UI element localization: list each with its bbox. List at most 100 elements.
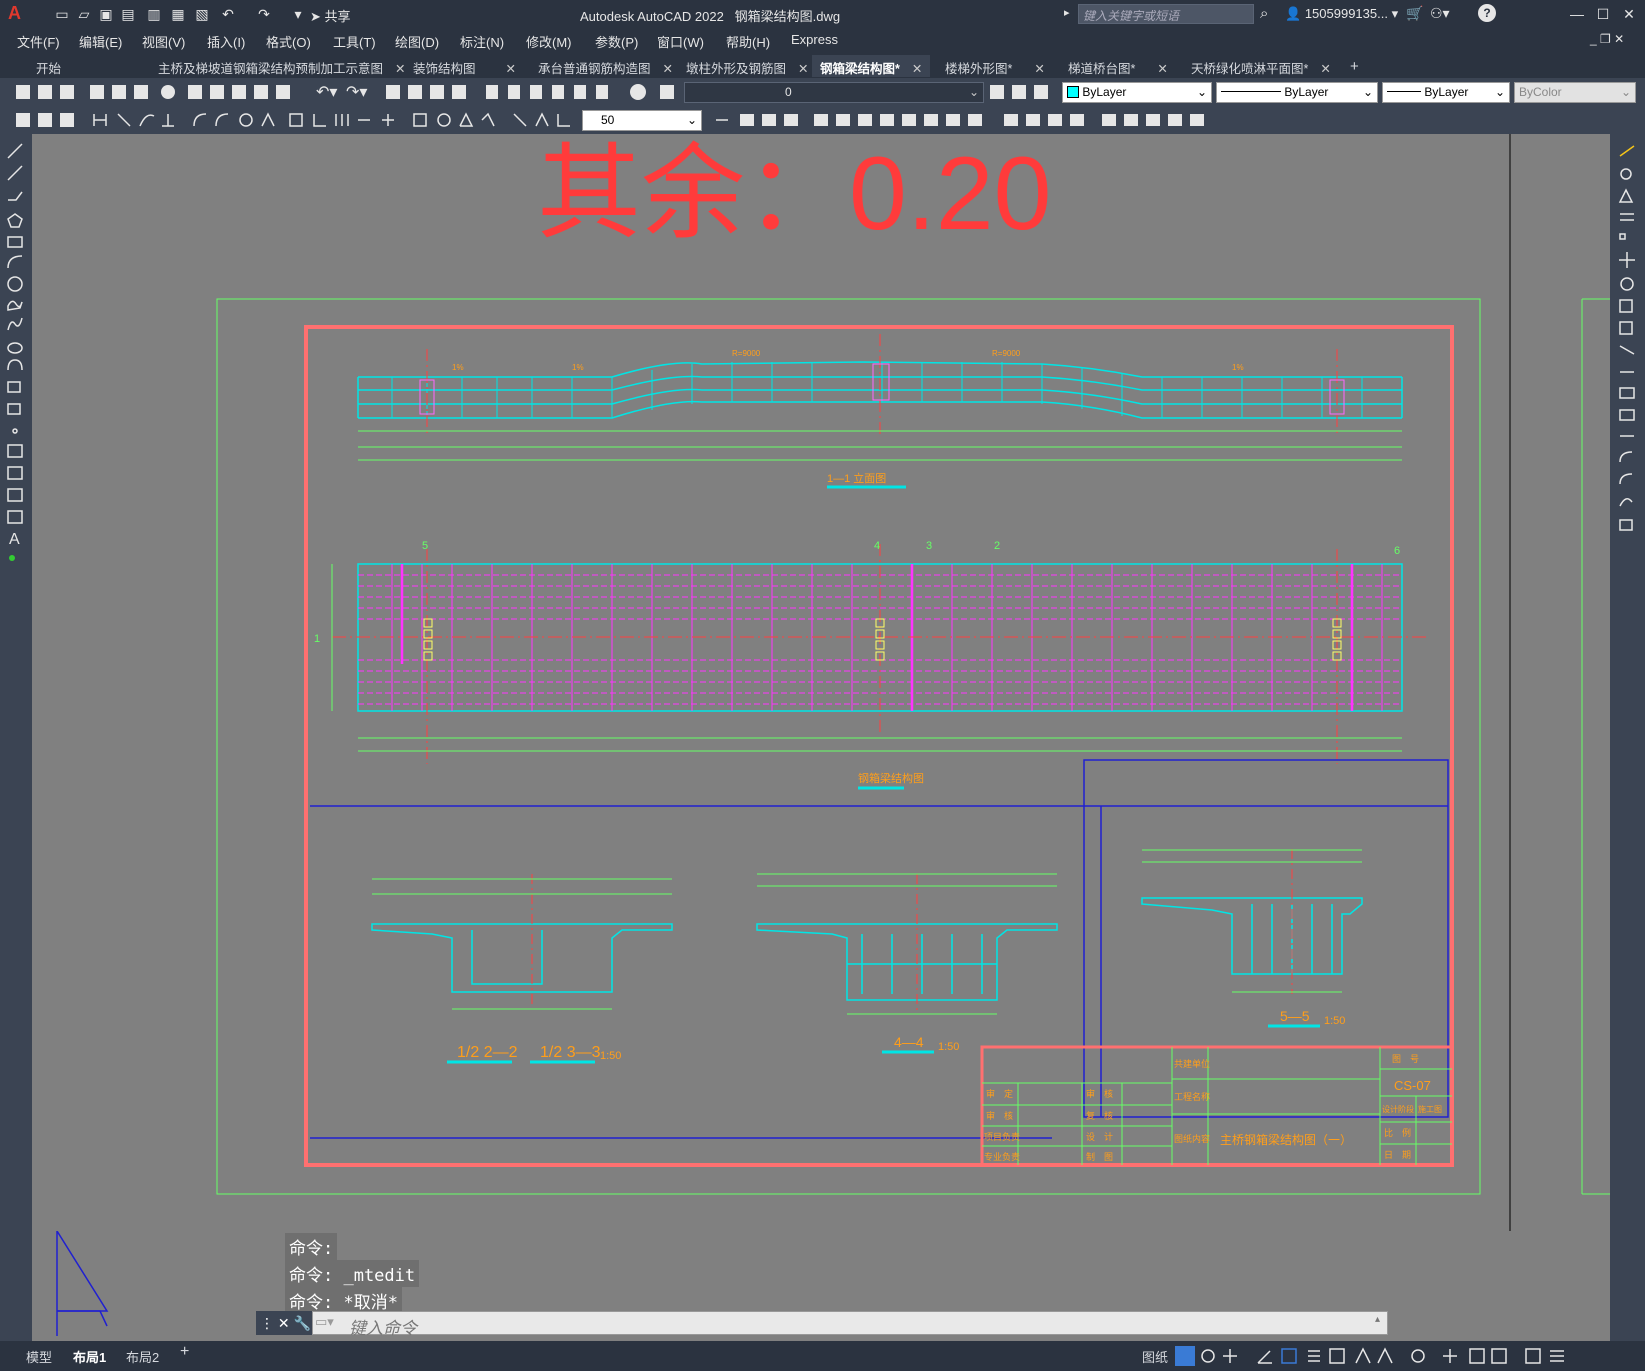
cart-icon[interactable]: 🛒 [1406,5,1423,22]
tolerance-icon[interactable] [413,113,427,127]
explode-icon[interactable] [1619,519,1633,531]
rectangle-icon[interactable] [7,236,23,248]
tab-file-8[interactable]: 天桥绿化喷淋平面图* ✕ [1183,55,1339,77]
lineweight-dropdown[interactable]: ByLayer ⌄ [1382,82,1510,103]
tb-designcenter-icon[interactable] [508,85,520,99]
add-layout-icon[interactable]: + [180,1343,189,1361]
customize-wrench-icon[interactable]: 🔧 [294,1315,311,1331]
tb-layout-icon[interactable] [38,113,52,127]
undo-icon[interactable]: ↶ [220,6,236,22]
modify-erase-icon[interactable] [740,114,754,126]
plot-icon[interactable]: ▧ [194,6,210,22]
close-icon[interactable]: ✕ [1619,4,1639,24]
copy-icon[interactable] [1620,168,1632,180]
drawing-canvas[interactable]: 其余：0.20 1% 1% R=9000 R=9000 1% 1—1 立面图 5… [32,134,1610,1231]
break-icon[interactable] [1619,409,1635,421]
erase-icon[interactable] [1619,145,1635,157]
tb-layer-properties-icon[interactable] [660,85,674,99]
section-4[interactable]: 4—4 1:50 [756,873,1058,1054]
tb-plot-icon[interactable] [90,85,104,99]
isolate-icon[interactable] [1469,1348,1485,1364]
grid-icon[interactable] [1175,1346,1195,1366]
make-block-icon[interactable] [7,403,21,415]
blend-icon[interactable] [1619,498,1633,507]
save-icon[interactable]: ▣ [98,6,114,22]
move-icon[interactable] [1619,252,1635,268]
tb-drawing-no[interactable]: CS-07 [1394,1078,1431,1093]
mirror-icon[interactable] [1618,188,1634,203]
hardware-accel-icon[interactable] [1491,1348,1507,1364]
ellipse-arc-icon[interactable] [7,359,23,371]
modify-scale-icon[interactable] [902,114,916,126]
layer-dropdown[interactable]: 0 ⌄ [684,82,984,103]
menu-help[interactable]: 帮助(H) [726,32,770,51]
dimscale-dropdown[interactable]: 50 ⌄ [582,110,702,131]
tb-3d-dwf-icon[interactable] [161,85,175,99]
open-icon[interactable]: ▱ [76,6,92,22]
construction-line-icon[interactable] [7,165,23,181]
plus-icon[interactable] [1443,1349,1457,1363]
dim-break-icon[interactable] [382,114,394,126]
center-mark-icon[interactable] [437,113,451,127]
dim-linear-icon[interactable] [93,114,107,126]
tb-block-editor-icon[interactable] [276,85,290,99]
scale-icon[interactable] [1619,299,1633,313]
command-prompt-icon[interactable]: ▭▾ [315,1314,334,1330]
tb-layer-match-icon[interactable] [1034,85,1048,99]
modify-trim-icon[interactable] [946,114,960,126]
menu-format[interactable]: 格式(O) [266,32,311,51]
tb-layer-current-icon[interactable] [990,85,1004,99]
close-tab-icon[interactable]: ✕ [663,62,673,76]
new-icon[interactable]: ▭ [54,6,70,22]
tab-start[interactable]: 开始 [28,55,69,77]
paper-space-toggle[interactable]: 图纸 [1142,1347,1168,1366]
plan-view[interactable]: 5 4 3 2 6 1 钢箱梁结构图 [314,540,1427,790]
dim-radius-icon[interactable] [193,113,207,127]
jogged-linear-icon[interactable] [481,112,495,127]
table-icon[interactable] [7,510,23,524]
maximize-icon[interactable]: ☐ [1593,4,1613,24]
polar-icon[interactable] [1257,1350,1272,1364]
tb-pan-icon[interactable] [386,85,400,99]
close-tab-icon[interactable]: ✕ [1034,62,1044,76]
help-icon[interactable]: ? [1478,4,1496,22]
doc-minimize-icon[interactable]: _ ❐ ✕ [1590,32,1624,46]
drawing-svg[interactable]: 其余：0.20 1% 1% R=9000 R=9000 1% 1—1 立面图 5… [32,134,1610,1231]
dim-diameter-icon[interactable] [239,113,253,127]
annotation-icon[interactable] [1355,1347,1371,1364]
tb-properties-icon[interactable] [486,85,498,99]
customize-icon[interactable]: ▾ [290,6,306,22]
tb-paste-icon[interactable] [232,85,246,99]
break-at-point-icon[interactable] [1619,387,1635,399]
tb-publish-icon[interactable] [134,85,148,99]
tb-help-icon[interactable] [630,84,646,100]
dim-text-edit-icon[interactable] [535,112,549,127]
inspection-icon[interactable] [459,112,474,127]
osnap-icon[interactable] [1281,1348,1297,1364]
hatch-icon[interactable] [7,444,23,458]
revision-cloud-icon[interactable] [7,300,23,311]
arc-icon[interactable] [7,255,23,269]
tb-toolpalettes-icon[interactable] [530,85,542,99]
modify-copy-icon[interactable] [762,114,776,126]
spline-icon[interactable] [7,317,23,331]
modify-pedit-icon[interactable] [1124,114,1138,126]
line-icon[interactable] [7,143,23,159]
autodesk-account-icon[interactable]: ⚇▾ [1430,5,1450,22]
close-tab-icon[interactable]: ✕ [912,62,922,76]
modify-attribute-icon[interactable] [1190,114,1204,126]
close-tab-icon[interactable]: ✕ [798,62,808,76]
point-icon[interactable] [12,428,18,434]
tb-cut-icon[interactable] [188,85,202,99]
section-4-title[interactable]: 4—4 [894,1034,924,1050]
ortho-icon[interactable] [1223,1349,1237,1363]
section-5-title[interactable]: 5—5 [1280,1008,1310,1024]
close-command-icon[interactable]: ⋮ ✕ [260,1315,290,1331]
tb-matchprop-icon[interactable] [254,85,268,99]
tab-file-6[interactable]: 楼梯外形图* ✕ [937,55,1053,77]
lineweight-icon[interactable] [1308,1350,1320,1362]
mtext-icon[interactable]: A [9,531,20,548]
modify-move-icon[interactable] [858,114,872,126]
modify-rotate-icon[interactable] [880,114,894,126]
linetype-dropdown[interactable]: ByLayer ⌄ [1216,82,1378,103]
